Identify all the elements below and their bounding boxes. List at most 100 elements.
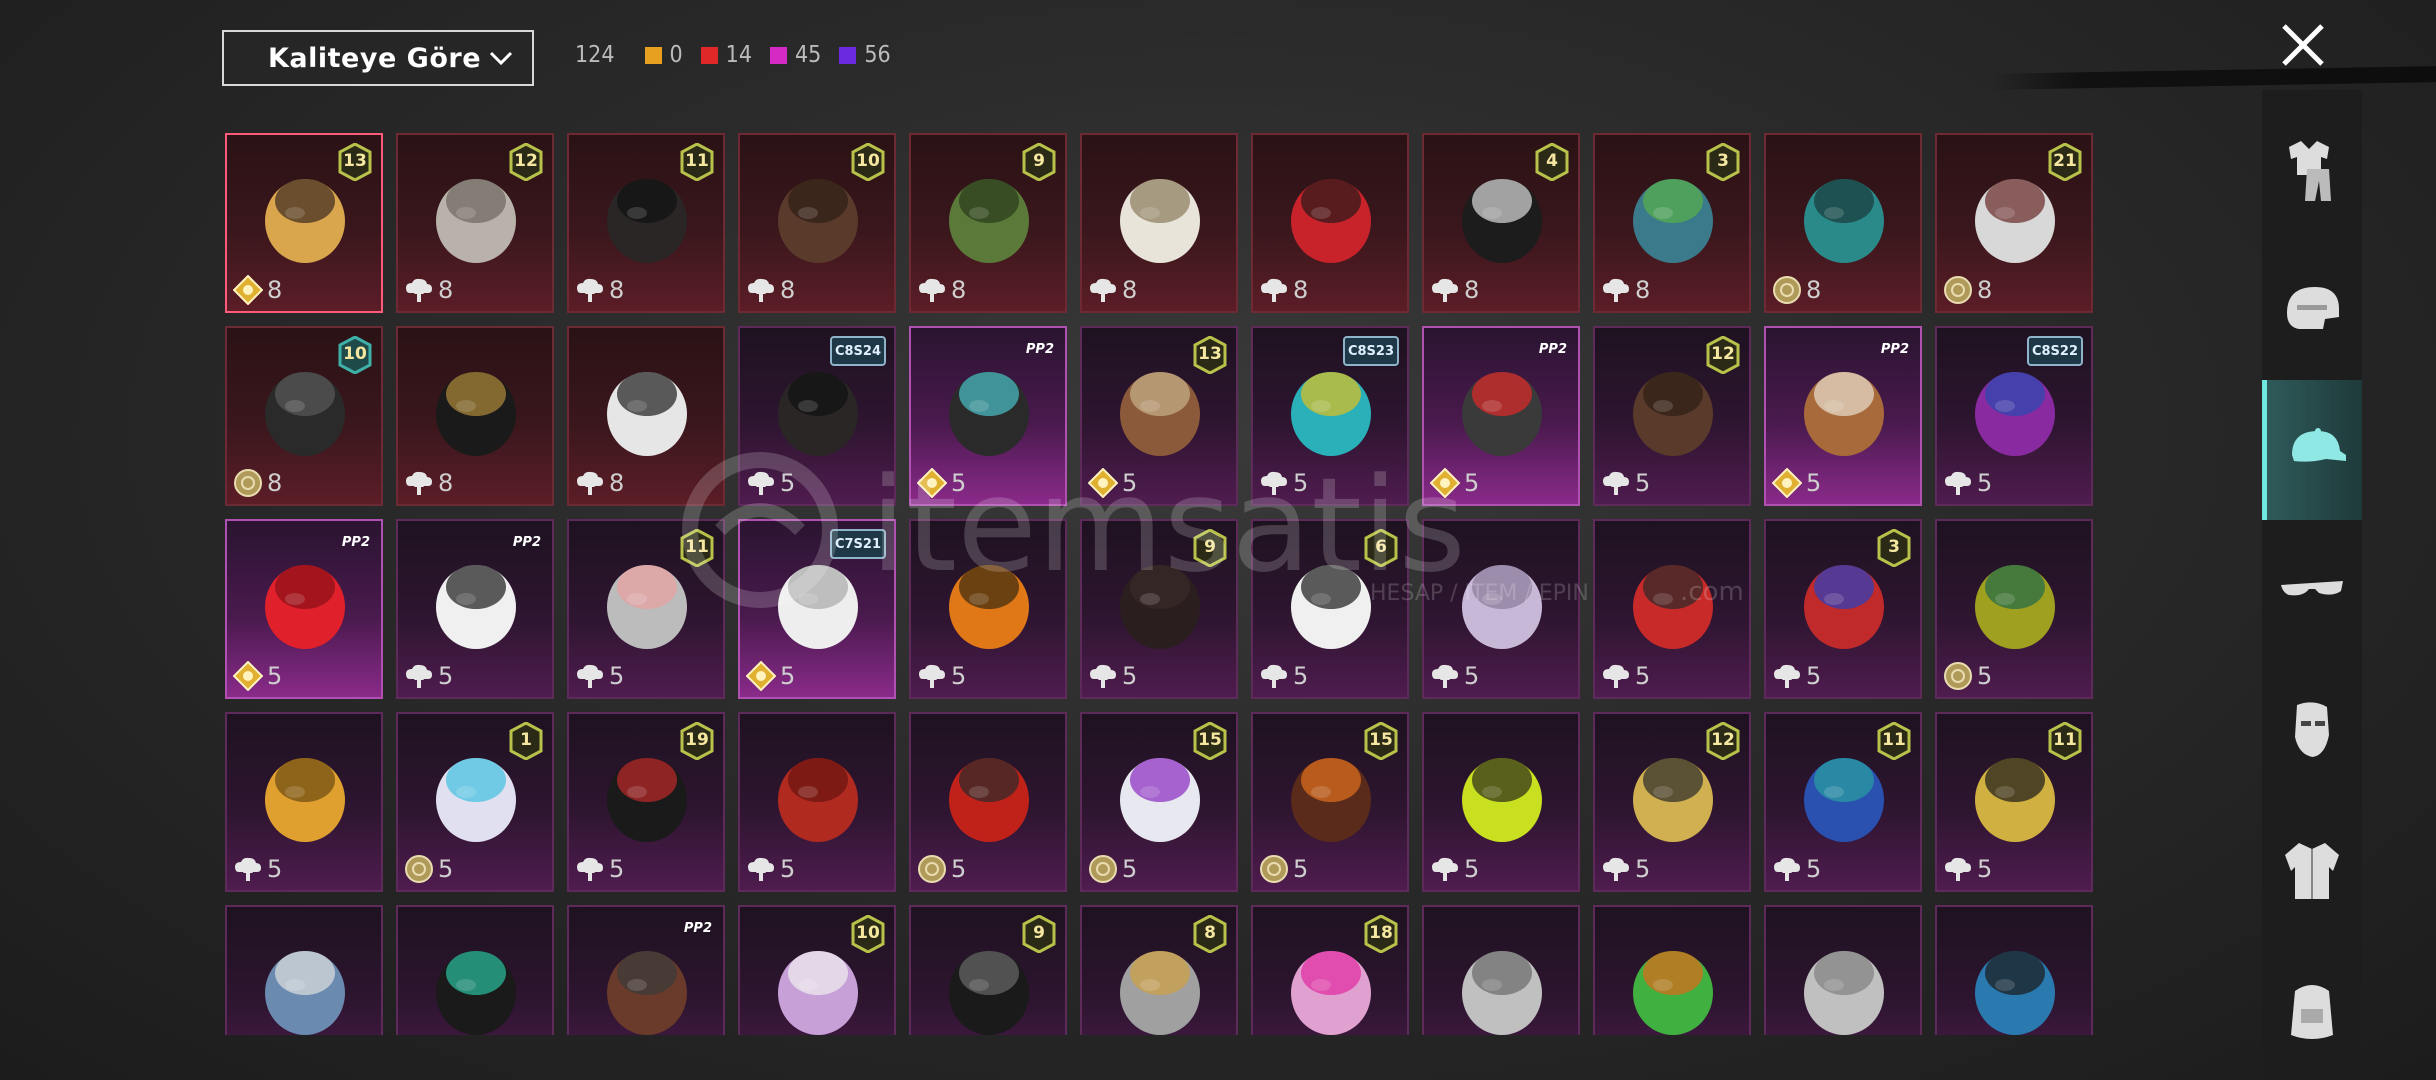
inventory-item[interactable]: 5 <box>1935 519 2093 699</box>
inventory-item[interactable]: 12 8 <box>396 133 554 313</box>
inventory-item[interactable]: C8S23 5 <box>1251 326 1409 506</box>
inventory-item[interactable]: PP2 5 <box>1764 326 1922 506</box>
inventory-item[interactable]: C8S24 5 <box>738 326 896 506</box>
demon-icon <box>420 933 532 1035</box>
item-cost-value: 5 <box>1806 855 1822 883</box>
inventory-item[interactable]: PP2 5 <box>225 519 383 699</box>
badge-level-text: 13 <box>1198 344 1222 364</box>
inventory-item[interactable]: C7S21 5 <box>738 519 896 699</box>
outfit-tab[interactable] <box>2262 100 2362 240</box>
quality-count-value: 45 <box>795 42 822 68</box>
inventory-item[interactable] <box>1764 905 1922 1035</box>
inventory-item[interactable]: 5 <box>1422 519 1580 699</box>
upgrade-level-badge: 15 <box>1193 721 1227 761</box>
inventory-item[interactable]: 10 <box>738 905 896 1035</box>
inventory-item[interactable]: 65 <box>1251 519 1409 699</box>
inventory-item[interactable] <box>396 905 554 1035</box>
inventory-item[interactable]: 11 5 <box>567 519 725 699</box>
hair-red-icon <box>249 547 361 659</box>
inventory-item[interactable]: 8 <box>1251 133 1409 313</box>
inventory-item[interactable]: 35 <box>1764 519 1922 699</box>
inventory-item[interactable]: 5 <box>738 712 896 892</box>
pumpkin-icon <box>933 547 1045 659</box>
item-cost-value: 5 <box>1806 469 1822 497</box>
inventory-item[interactable]: 13 8 <box>225 133 383 313</box>
item-cost: 5 <box>1429 467 1479 499</box>
inventory-item[interactable]: 8 <box>1080 133 1238 313</box>
inventory-item[interactable]: PP2 5 <box>396 519 554 699</box>
chevron-down-icon <box>489 51 513 66</box>
sort-dropdown[interactable]: Kaliteye Göre <box>222 30 534 86</box>
inventory-item[interactable]: 15 5 <box>1251 712 1409 892</box>
inventory-item[interactable]: 11 8 <box>567 133 725 313</box>
inventory-item[interactable]: 98 <box>909 133 1067 313</box>
close-icon[interactable] <box>2278 20 2328 70</box>
season-tag: PP2 <box>341 534 370 550</box>
helmet-tab[interactable] <box>2262 240 2362 380</box>
mask-tab[interactable] <box>2262 660 2362 800</box>
feathers-icon <box>1959 547 2071 659</box>
inventory-item[interactable]: 12 5 <box>1593 326 1751 506</box>
quality-count: 45 <box>770 42 821 68</box>
inventory-item[interactable]: 10 8 <box>738 133 896 313</box>
inventory-item[interactable]: 11 5 <box>1764 712 1922 892</box>
jacket-tab[interactable] <box>2262 800 2362 940</box>
inventory-item[interactable] <box>1422 905 1580 1035</box>
inventory-item[interactable]: C8S22 5 <box>1935 326 2093 506</box>
inventory-item[interactable]: 19 5 <box>567 712 725 892</box>
item-cost: 5 <box>916 467 966 499</box>
inventory-item[interactable] <box>1935 905 2093 1035</box>
badge-level-text: 11 <box>1882 730 1906 750</box>
backpack-tab[interactable] <box>2262 940 2362 1080</box>
inventory-item[interactable]: PP2 <box>567 905 725 1035</box>
item-cost-value: 5 <box>438 662 454 690</box>
cloud-upload-icon <box>575 661 605 691</box>
inventory-item[interactable]: 38 <box>1593 133 1751 313</box>
upgrade-level-badge: 19 <box>680 721 714 761</box>
item-cost: 5 <box>1772 854 1821 884</box>
hat-tab[interactable] <box>2262 380 2362 520</box>
upgrade-level-badge: 11 <box>680 528 714 568</box>
inventory-item[interactable]: 12 5 <box>1593 712 1751 892</box>
inventory-item[interactable]: 5 <box>1593 519 1751 699</box>
inventory-item[interactable] <box>225 905 383 1035</box>
frog-icon <box>1617 933 1729 1035</box>
inventory-item[interactable]: 48 <box>1422 133 1580 313</box>
item-cost-value: 8 <box>951 276 967 304</box>
inventory-item[interactable]: PP2 5 <box>909 326 1067 506</box>
cloud-upload-icon <box>404 275 434 305</box>
item-cost: 5 <box>1943 468 1992 498</box>
item-cost: 8 <box>575 468 624 498</box>
inventory-grid-scroll[interactable]: 13 8 12 8 11 8 10 8 9 8 8 8 4 8 3 8 8 21 8 10 8 8 8 C8S24 5 PP2 5 1… <box>225 133 2095 1035</box>
inventory-item[interactable] <box>1593 905 1751 1035</box>
upgrade-level-badge: 10 <box>851 914 885 954</box>
inventory-item[interactable]: 10 8 <box>225 326 383 506</box>
inventory-item[interactable]: PP2 5 <box>1422 326 1580 506</box>
gold-coin-icon <box>1771 467 1803 499</box>
inventory-item[interactable]: 5 <box>225 712 383 892</box>
inventory-item[interactable]: 8 <box>1080 905 1238 1035</box>
inventory-item[interactable]: 5 <box>1422 712 1580 892</box>
upgrade-level-badge: 4 <box>1535 142 1569 182</box>
cloud-upload-icon <box>917 661 947 691</box>
item-cost: 5 <box>1430 854 1479 884</box>
inventory-item[interactable]: 18 <box>1251 905 1409 1035</box>
inventory-item[interactable]: 95 <box>1080 519 1238 699</box>
inventory-item[interactable]: 15 5 <box>1080 712 1238 892</box>
inventory-item[interactable]: 15 <box>396 712 554 892</box>
inventory-item[interactable]: 5 <box>909 712 1067 892</box>
inventory-item[interactable]: 11 5 <box>1935 712 2093 892</box>
inventory-item[interactable]: 13 5 <box>1080 326 1238 506</box>
inventory-item[interactable]: 8 <box>567 326 725 506</box>
cloud-upload-icon <box>1601 468 1631 498</box>
glasses-tab[interactable] <box>2262 520 2362 660</box>
inventory-item[interactable]: 8 <box>1764 133 1922 313</box>
silver-coin-icon <box>1943 661 1973 691</box>
inventory-item[interactable]: 9 <box>909 905 1067 1035</box>
badge-level-text: 8 <box>1204 923 1216 943</box>
inventory-item[interactable]: 5 <box>909 519 1067 699</box>
cap-red-icon <box>1446 354 1558 466</box>
hair-teal-icon <box>933 354 1045 466</box>
inventory-item[interactable]: 8 <box>396 326 554 506</box>
inventory-item[interactable]: 21 8 <box>1935 133 2093 313</box>
